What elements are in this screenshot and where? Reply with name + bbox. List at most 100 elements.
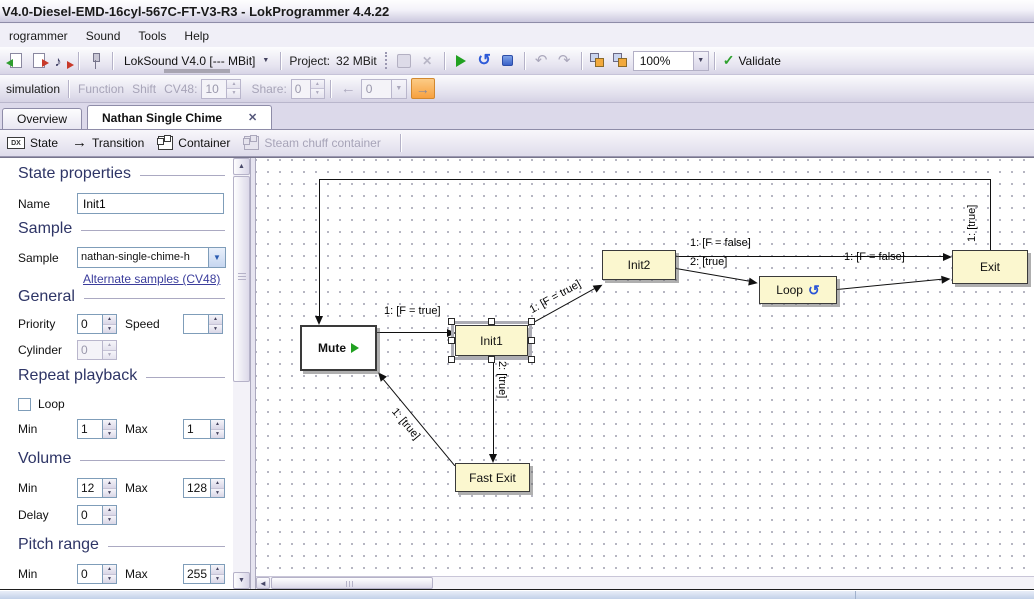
scrollbar-thumb[interactable] <box>233 176 250 382</box>
programmer-connection-button[interactable] <box>84 50 107 72</box>
state-diagram-canvas[interactable]: 1: [true] 1: [F = true] 1: [F = true] 2:… <box>256 158 1034 576</box>
scrollbar-thumb[interactable] <box>271 577 433 589</box>
stop-button[interactable] <box>496 50 519 72</box>
cv48-spinner[interactable]: 10 ▲▼ <box>201 79 241 99</box>
spin-down-icon[interactable]: ▼ <box>103 515 116 525</box>
add-transition-button[interactable]: → Transition <box>72 136 144 150</box>
spin-up-icon[interactable]: ▲ <box>211 479 224 488</box>
loop-checkbox[interactable] <box>18 398 31 411</box>
delete-button-disabled[interactable]: ✕ <box>416 50 439 72</box>
spin-up-icon[interactable]: ▲ <box>211 565 224 574</box>
step-value-dropdown[interactable]: 0 ▼ <box>361 79 407 99</box>
write-to-programmer-button[interactable] <box>27 50 50 72</box>
chevron-down-icon[interactable]: ▼ <box>208 248 225 267</box>
menu-tools[interactable]: Tools <box>129 25 175 47</box>
state-node-fast-exit[interactable]: Fast Exit <box>455 463 530 492</box>
name-field[interactable] <box>77 193 224 214</box>
alternate-samples-link[interactable]: Alternate samples (CV48) <box>83 272 220 286</box>
menu-programmer[interactable]: rogrammer <box>0 25 77 47</box>
resize-handle[interactable] <box>448 318 455 325</box>
state-node-init1-selected[interactable]: Init1 <box>455 325 528 356</box>
spin-down-icon[interactable]: ▼ <box>211 574 224 584</box>
resize-handle[interactable] <box>528 337 535 344</box>
spin-up-icon[interactable]: ▲ <box>227 80 240 89</box>
resize-handle[interactable] <box>528 356 535 363</box>
step-forward-button[interactable]: → <box>411 78 435 99</box>
spin-up-icon[interactable]: ▲ <box>103 565 116 574</box>
chevron-down-icon[interactable]: ▼ <box>693 52 708 70</box>
pitch-min-spinner[interactable]: 0 ▲▼ <box>77 564 117 584</box>
tab-overview[interactable]: Overview <box>2 108 82 129</box>
read-from-programmer-button[interactable] <box>4 50 27 72</box>
delay-spinner[interactable]: 0 ▲▼ <box>77 505 117 525</box>
undo-button[interactable]: ↶ <box>530 50 553 72</box>
simulation-button[interactable]: simulation <box>6 82 60 96</box>
edge-exit-to-mute[interactable] <box>319 179 991 180</box>
spin-down-icon[interactable]: ▼ <box>103 324 116 334</box>
decoder-type-dropdown[interactable]: LokSound V4.0 [--- MBit] ▼ <box>118 52 275 70</box>
spin-down-icon[interactable]: ▼ <box>103 429 116 439</box>
redo-button[interactable]: ↷ <box>553 50 576 72</box>
burn-button-disabled[interactable] <box>393 50 416 72</box>
volume-min-spinner[interactable]: 12 ▲▼ <box>77 478 117 498</box>
spin-down-icon[interactable]: ▼ <box>103 488 116 498</box>
spin-up-icon[interactable]: ▲ <box>103 315 116 324</box>
write-sound-button[interactable]: ♪ <box>50 50 73 72</box>
speed-spinner[interactable]: ▲▼ <box>183 314 223 334</box>
edge-exit-to-mute[interactable] <box>990 179 991 250</box>
spin-up-icon[interactable]: ▲ <box>209 315 222 324</box>
resize-handle[interactable] <box>448 356 455 363</box>
spin-up-icon[interactable]: ▲ <box>103 420 116 429</box>
tab-close-icon[interactable]: ✕ <box>248 111 257 124</box>
zoom-out-button[interactable] <box>610 50 633 72</box>
edge-mute-to-init1[interactable] <box>377 332 447 333</box>
play-button[interactable] <box>450 50 473 72</box>
edge-init2-to-loop[interactable] <box>676 268 749 282</box>
edge-exit-to-mute[interactable] <box>319 179 320 316</box>
repeat-min-spinner[interactable]: 1 ▲▼ <box>77 419 117 439</box>
spin-up-icon[interactable]: ▲ <box>103 506 116 515</box>
toolbar-grip[interactable] <box>385 52 388 69</box>
scroll-down-icon[interactable]: ▼ <box>233 572 250 589</box>
cylinder-spinner[interactable]: 0 ▲▼ <box>77 340 117 360</box>
volume-max-spinner[interactable]: 128 ▲▼ <box>183 478 225 498</box>
menu-sound[interactable]: Sound <box>77 25 130 47</box>
spin-down-icon[interactable]: ▼ <box>103 574 116 584</box>
spin-up-icon[interactable]: ▲ <box>103 479 116 488</box>
zoom-in-button[interactable] <box>587 50 610 72</box>
spin-down-icon[interactable]: ▼ <box>227 88 240 98</box>
scroll-up-icon[interactable]: ▲ <box>233 158 250 175</box>
add-state-button[interactable]: DX State <box>7 136 58 150</box>
repeat-max-spinner[interactable]: 1 ▲▼ <box>183 419 225 439</box>
spin-up-icon[interactable]: ▲ <box>103 341 116 350</box>
state-node-exit[interactable]: Exit <box>952 250 1028 284</box>
validate-button[interactable]: ✓ Validate <box>720 50 784 72</box>
menu-help[interactable]: Help <box>175 25 218 47</box>
edge-init1-to-fast-exit[interactable] <box>493 356 494 454</box>
step-back-button[interactable]: ← <box>336 80 361 97</box>
priority-spinner[interactable]: 0 ▲▼ <box>77 314 117 334</box>
pitch-max-spinner[interactable]: 255 ▲▼ <box>183 564 225 584</box>
spin-up-icon[interactable]: ▲ <box>311 80 324 89</box>
scroll-left-icon[interactable]: ◄ <box>256 577 270 589</box>
add-steam-chuff-container-button[interactable]: Steam chuff container <box>244 136 381 150</box>
sample-dropdown[interactable]: nathan-single-chime-h ▼ <box>77 247 226 268</box>
tab-nathan-single-chime[interactable]: Nathan Single Chime ✕ <box>87 105 272 129</box>
canvas-horizontal-scrollbar[interactable]: ◄ <box>256 576 1034 589</box>
spin-down-icon[interactable]: ▼ <box>211 429 224 439</box>
add-container-button[interactable]: Container <box>158 136 230 150</box>
spin-down-icon[interactable]: ▼ <box>209 324 222 334</box>
resize-handle[interactable] <box>488 318 495 325</box>
loop-playback-button[interactable]: ↺ <box>473 50 496 72</box>
resize-handle[interactable] <box>448 337 455 344</box>
spin-up-icon[interactable]: ▲ <box>211 420 224 429</box>
chevron-down-icon[interactable]: ▼ <box>391 80 406 98</box>
panel-scrollbar[interactable]: ▲ ▼ <box>233 158 250 589</box>
edge-fast-exit-to-mute[interactable] <box>383 379 455 466</box>
spin-down-icon[interactable]: ▼ <box>103 350 116 360</box>
state-node-init2[interactable]: Init2 <box>602 250 676 280</box>
state-node-mute[interactable]: Mute <box>300 325 377 371</box>
spin-down-icon[interactable]: ▼ <box>311 88 324 98</box>
state-node-loop[interactable]: Loop ↺ <box>759 276 837 304</box>
zoom-level-combo[interactable]: 100% ▼ <box>633 51 709 71</box>
